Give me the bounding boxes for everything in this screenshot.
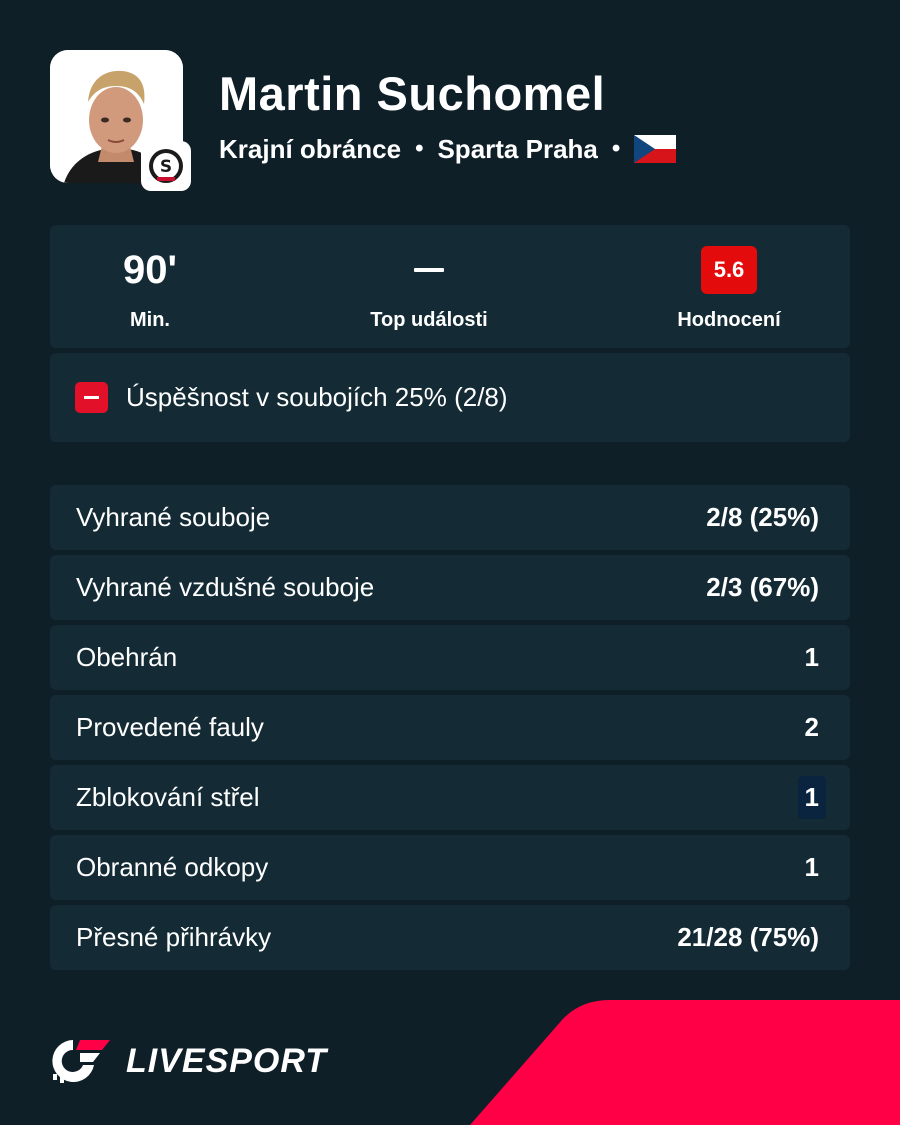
livesport-logo: LIVESPORT [50, 1038, 327, 1084]
rating-column: 5.6 Hodnocení [619, 225, 839, 348]
livesport-mark-icon [52, 1040, 110, 1083]
player-team: Sparta Praha [437, 133, 598, 164]
top-events-label: Top události [370, 309, 488, 331]
separator-dot: • [611, 135, 621, 162]
stat-row: Vyhrané souboje 2/8 (25%) [50, 485, 850, 550]
minutes-value: 90' [122, 247, 177, 292]
stat-value: 2/3 (67%) [706, 572, 819, 602]
stat-row: Vyhrané vzdušné souboje 2/3 (67%) [50, 555, 850, 620]
event-text: Úspěšnost v soubojích 25% (2/8) [126, 382, 508, 412]
accent-shape [470, 1000, 900, 1125]
brand-name: LIVESPORT [126, 1041, 328, 1080]
rating-label: Hodnocení [677, 309, 781, 331]
stat-value: 2/8 (25%) [706, 502, 819, 532]
stat-row: Provedené fauly 2 [50, 695, 850, 760]
club-badge: S [141, 141, 191, 191]
stat-label: Obranné odkopy [76, 852, 269, 882]
rating-badge: 5.6 [701, 246, 757, 294]
summary-card: 90' Min. Top události 5.6 Hodnocení [50, 225, 850, 348]
minus-event-icon [75, 382, 108, 413]
stat-label: Přesné přihrávky [76, 922, 272, 952]
sparta-logo-icon: S [149, 149, 183, 183]
player-meta: Krajní obránce • Sparta Praha • [219, 132, 677, 166]
stat-row: Zblokování střel 1 [50, 765, 850, 830]
stat-value: 2 [804, 712, 819, 742]
stat-value: 21/28 (75%) [677, 922, 819, 952]
minutes-column: 90' Min. [40, 225, 260, 348]
czech-flag-icon [634, 135, 677, 163]
stat-label: Vyhrané vzdušné souboje [76, 572, 375, 602]
top-events-column: Top události [319, 225, 539, 348]
stat-row: Obehrán 1 [50, 625, 850, 690]
club-badge-letter: S [160, 157, 172, 177]
stat-label: Provedené fauly [76, 712, 264, 742]
player-position: Krajní obránce [219, 133, 402, 164]
player-name: Martin Suchomel [219, 67, 606, 120]
stat-label: Zblokování střel [76, 782, 260, 812]
stat-row: Přesné přihrávky 21/28 (75%) [50, 905, 850, 970]
stat-value-highlighted: 1 [797, 776, 826, 819]
stat-value: 1 [804, 642, 819, 672]
stat-label: Vyhrané souboje [76, 502, 271, 532]
stat-value: 1 [804, 852, 819, 882]
separator-dot: • [415, 135, 424, 162]
minutes-label: Min. [130, 309, 170, 331]
stat-label: Obehrán [76, 642, 178, 672]
event-card: Úspěšnost v soubojích 25% (2/8) [50, 353, 850, 442]
no-events-dash [414, 268, 444, 272]
stat-row: Obranné odkopy 1 [50, 835, 850, 900]
